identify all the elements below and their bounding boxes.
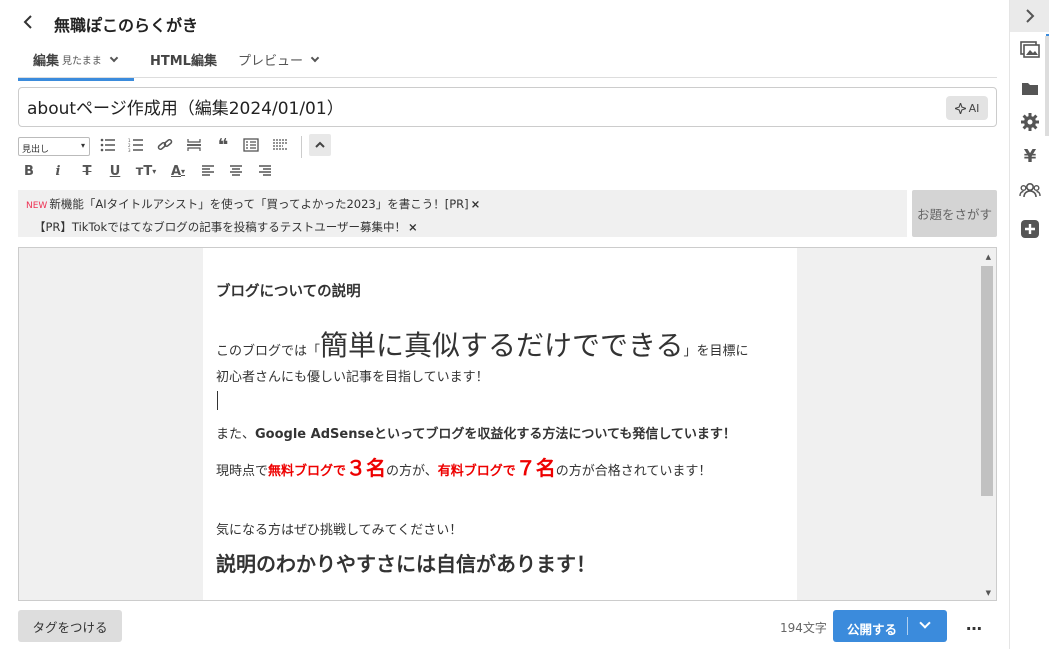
bold-icon[interactable]: B — [20, 161, 38, 181]
sparkle-icon — [954, 102, 966, 114]
folder-icon[interactable] — [1019, 77, 1041, 99]
content-heading: ブログについての説明 — [216, 284, 361, 300]
underline-icon[interactable]: U — [106, 161, 124, 181]
align-center-icon[interactable] — [227, 161, 245, 181]
sidebar-scrollbar[interactable] — [1045, 36, 1049, 136]
horizontal-rule-icon[interactable] — [185, 135, 203, 155]
toolbar-divider — [301, 136, 302, 158]
blog-editor: 無職ぽこのらくがき 編集 見たまま HTML編集 プレビュー AI 見出し 12… — [0, 0, 1049, 649]
text-run: の方が合格されています！ — [555, 464, 712, 479]
read-more-icon[interactable] — [271, 135, 289, 155]
content-paragraph: 現時点で無料ブログで３名の方が、有料ブログで７名の方が合格されています！ — [216, 452, 711, 481]
align-right-icon[interactable] — [256, 161, 274, 181]
ai-button-label: AI — [968, 101, 980, 115]
scroll-down-icon[interactable]: ▼ — [986, 589, 991, 597]
notice-banner: NEW 新機能「AIタイトルアシスト」を使って「買ってよかった2023」を書こう！… — [18, 190, 907, 237]
new-badge: NEW — [26, 201, 48, 211]
font-size-glyph: тT — [135, 163, 153, 179]
tab-html-edit[interactable]: HTML編集 — [150, 50, 217, 69]
content-paragraph: 初心者さんにも優しい記事を目指しています！ — [216, 370, 489, 385]
font-size-icon[interactable]: тT ▾ — [135, 161, 157, 181]
heading-select[interactable]: 見出し — [18, 137, 90, 156]
text-run-bold: Google AdSenseといってブログを収益化する方法についても発信していま… — [255, 427, 736, 442]
table-of-contents-icon[interactable] — [242, 135, 260, 155]
text-run-large: 簡単に真似するだけでできる — [320, 329, 684, 362]
notice-line-2: 【PR】TikTokではてなブログの記事を投稿するテストユーザー募集中！ × — [34, 219, 418, 235]
tab-edit-mode: 見たまま — [62, 56, 102, 67]
underline-glyph: U — [109, 163, 121, 179]
editor-area: ブログについての説明 このブログでは「簡単に真似するだけでできる」を目標に 初心… — [18, 247, 997, 601]
font-color-icon[interactable]: A ▾ — [167, 161, 189, 181]
char-count: 194文字 — [780, 621, 827, 635]
text-run-red: 無料ブログで — [268, 464, 347, 479]
title-input[interactable] — [27, 96, 927, 116]
close-icon[interactable]: × — [471, 197, 481, 211]
ai-title-button[interactable]: AI — [946, 96, 988, 120]
text-run: 」を目標に — [683, 344, 749, 359]
publish-label: 公開する — [847, 622, 898, 637]
notice-line-1: NEW 新機能「AIタイトルアシスト」を使って「買ってよかった2023」を書こう！… — [26, 196, 480, 212]
close-icon[interactable]: × — [408, 220, 418, 234]
collapse-sidebar-icon[interactable] — [1010, 0, 1049, 32]
heading-select-value: 見出し — [22, 145, 50, 155]
content-paragraph: また、Google AdSenseといってブログを収益化する方法についても発信し… — [216, 423, 736, 442]
text-run-red-large: ７名 — [515, 456, 556, 480]
tab-preview[interactable]: プレビュー — [238, 50, 320, 69]
scrollbar-thumb[interactable] — [981, 266, 993, 496]
editor-tabs: 編集 見たまま HTML編集 プレビュー — [18, 50, 997, 81]
chevron-down-icon — [310, 53, 320, 63]
font-color-glyph: A — [170, 163, 182, 179]
chevron-down-icon — [109, 53, 118, 63]
text-run: 現時点で — [216, 464, 269, 479]
scroll-up-icon[interactable]: ▲ — [986, 253, 991, 261]
collapse-toolbar-icon[interactable] — [309, 134, 331, 156]
tab-edit-label: 編集 — [33, 54, 60, 69]
align-left-icon[interactable] — [199, 161, 217, 181]
text-run-red: 有料ブログで — [437, 464, 516, 479]
quote-icon[interactable]: ❝ — [214, 135, 232, 156]
tab-edit[interactable]: 編集 見たまま — [18, 50, 134, 81]
editor-scrollbar[interactable]: ▲ ▼ — [978, 248, 996, 600]
text-run: の方が、 — [386, 464, 438, 479]
blog-title: 無職ぽこのらくがき — [54, 16, 199, 35]
right-sidebar: ¥ — [1009, 0, 1049, 649]
more-options-icon[interactable]: … — [966, 615, 983, 634]
notice-link-2[interactable]: 【PR】TikTokではてなブログの記事を投稿するテストユーザー募集中！ — [34, 220, 406, 234]
content-large-text: 説明のわかりやすさには自信があります！ — [216, 552, 596, 576]
chevron-down-icon[interactable] — [919, 617, 931, 629]
back-icon[interactable] — [22, 12, 42, 34]
strike-glyph: T — [82, 163, 92, 179]
gear-icon[interactable] — [1019, 111, 1041, 133]
group-icon[interactable] — [1019, 179, 1041, 201]
title-field: AI — [18, 87, 997, 127]
yen-icon[interactable]: ¥ — [1019, 145, 1041, 167]
text-cursor — [217, 391, 218, 410]
publish-divider — [907, 617, 908, 635]
tab-html-label: HTML編集 — [150, 54, 217, 69]
find-topic-button[interactable]: お題をさがす — [912, 190, 997, 237]
link-icon[interactable] — [156, 135, 174, 155]
content-paragraph: このブログでは「簡単に真似するだけでできる」を目標に — [216, 324, 748, 364]
text-run: また、 — [216, 427, 256, 442]
bullet-list-icon[interactable] — [99, 135, 117, 155]
publish-button[interactable]: 公開する — [833, 610, 947, 642]
add-tag-button[interactable]: タグをつける — [18, 610, 122, 642]
bold-glyph: B — [24, 163, 34, 179]
plus-icon[interactable] — [1019, 218, 1041, 240]
tab-preview-label: プレビュー — [238, 54, 304, 69]
text-run: このブログでは「 — [216, 344, 321, 359]
text-run-red-large: ３名 — [346, 456, 387, 480]
italic-glyph: i — [55, 163, 61, 179]
content-paragraph: 気になる方はぜひ挑戦してみてください！ — [216, 523, 463, 538]
notice-link-1[interactable]: 新機能「AIタイトルアシスト」を使って「買ってよかった2023」を書こう！[PR… — [49, 197, 468, 211]
strikethrough-icon[interactable]: T — [78, 161, 96, 181]
editor-body[interactable]: ブログについての説明 このブログでは「簡単に真似するだけでできる」を目標に 初心… — [203, 248, 797, 600]
image-icon[interactable] — [1019, 39, 1041, 61]
italic-icon[interactable]: i — [49, 161, 67, 181]
svg-text:3: 3 — [128, 148, 131, 152]
numbered-list-icon[interactable]: 123 — [127, 135, 145, 155]
